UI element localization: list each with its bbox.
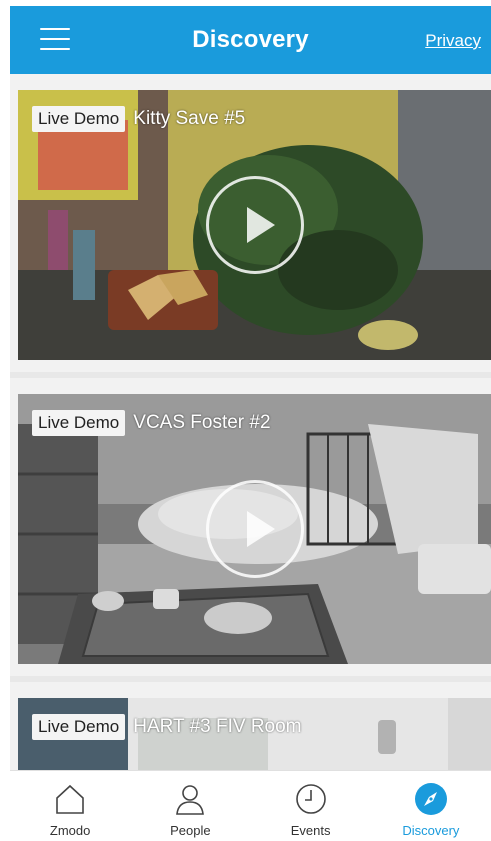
play-button[interactable]	[205, 176, 304, 274]
tab-discovery[interactable]: Discovery	[371, 771, 491, 841]
live-demo-badge: Live Demo	[32, 106, 126, 132]
camera-card[interactable]: Live Demo HART #3 FIV Room	[18, 698, 491, 770]
divider	[10, 372, 491, 378]
play-icon	[246, 207, 275, 243]
tab-events[interactable]: Events	[251, 771, 371, 841]
bottom-tab-bar: Zmodo People Events Discovery	[10, 770, 491, 841]
camera-card[interactable]: Live Demo Kitty Save #5	[18, 90, 491, 360]
tab-label: Discovery	[402, 823, 460, 838]
camera-card[interactable]: Live Demo VCAS Foster #2	[18, 394, 491, 664]
tab-label: Zmodo	[49, 823, 91, 838]
camera-name: VCAS Foster #2	[133, 412, 271, 433]
tab-zmodo[interactable]: Zmodo	[10, 771, 130, 841]
compass-icon	[413, 781, 449, 817]
camera-name: HART #3 FIV Room	[133, 716, 302, 737]
clock-icon	[293, 781, 329, 817]
camera-name: Kitty Save #5	[133, 108, 246, 129]
top-app-bar: Discovery Privacy	[10, 6, 491, 74]
tab-label: Events	[290, 823, 331, 838]
live-demo-badge: Live Demo	[32, 410, 126, 436]
privacy-link[interactable]: Privacy	[425, 31, 481, 51]
page-title: Discovery	[192, 26, 309, 53]
home-icon	[52, 781, 88, 817]
tab-label: People	[170, 823, 211, 838]
play-button[interactable]	[205, 480, 304, 578]
divider	[10, 676, 491, 682]
person-icon	[172, 781, 208, 817]
live-demo-badge: Live Demo	[32, 714, 126, 740]
tab-people[interactable]: People	[130, 771, 250, 841]
camera-feed-list[interactable]: Live Demo Kitty Save #5 Live Demo VCAS F…	[10, 74, 491, 770]
play-icon	[246, 511, 275, 547]
